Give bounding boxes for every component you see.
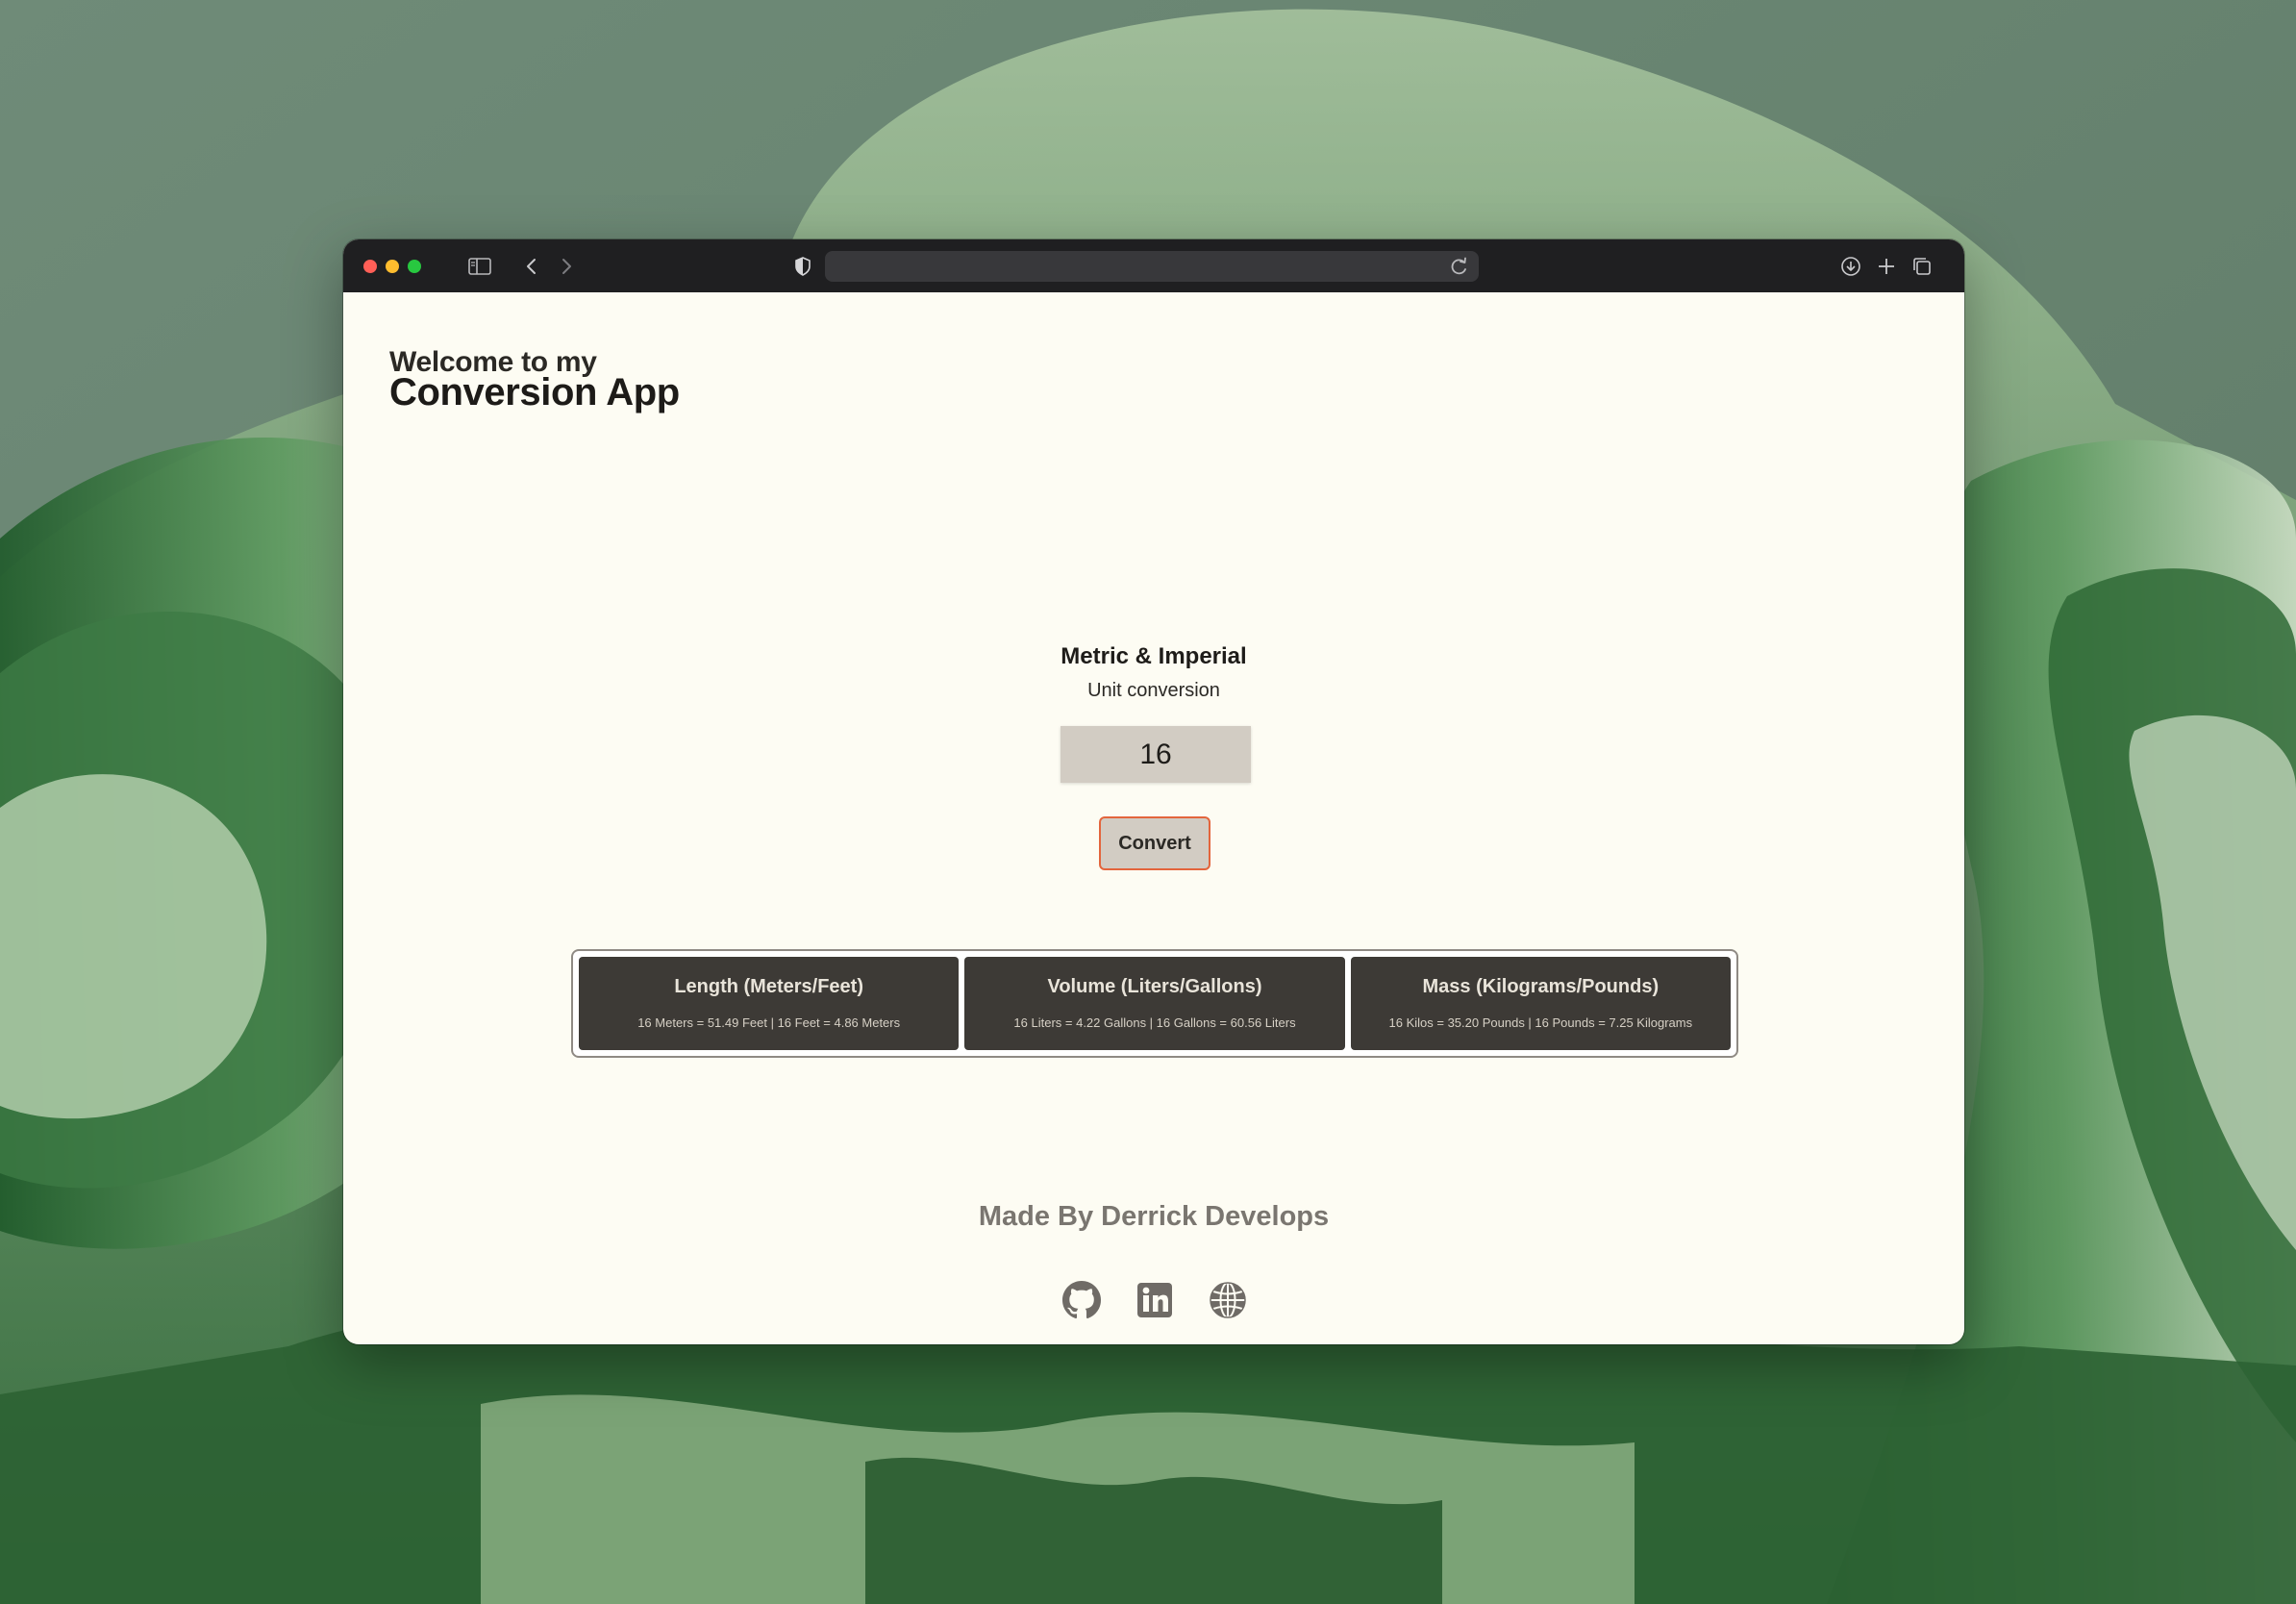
page-content: Welcome to my Conversion App Metric & Im… xyxy=(343,292,1964,1344)
minimize-window-button[interactable] xyxy=(386,260,399,273)
new-tab-icon[interactable] xyxy=(1873,253,1900,280)
length-result-text: 16 Meters = 51.49 Feet | 16 Feet = 4.86 … xyxy=(637,1015,901,1030)
github-icon[interactable] xyxy=(1062,1281,1101,1319)
volume-result-text: 16 Liters = 4.22 Gallons | 16 Gallons = … xyxy=(1013,1015,1296,1030)
mass-result-card: Mass (Kilograms/Pounds) 16 Kilos = 35.20… xyxy=(1350,957,1731,1050)
volume-result-card: Volume (Liters/Gallons) 16 Liters = 4.22… xyxy=(964,957,1345,1050)
app-title: Conversion App xyxy=(389,371,680,414)
forward-icon[interactable] xyxy=(553,253,580,280)
volume-result-title: Volume (Liters/Gallons) xyxy=(1047,976,1262,997)
length-result-card: Length (Meters/Feet) 16 Meters = 51.49 F… xyxy=(579,957,960,1050)
fullscreen-window-button[interactable] xyxy=(408,260,421,273)
browser-window: Welcome to my Conversion App Metric & Im… xyxy=(343,239,1964,1344)
number-input[interactable] xyxy=(1061,726,1251,783)
downloads-icon[interactable] xyxy=(1837,253,1864,280)
linkedin-icon[interactable] xyxy=(1136,1281,1174,1319)
converter-heading: Metric & Imperial xyxy=(1061,643,1247,669)
mass-result-text: 16 Kilos = 35.20 Pounds | 16 Pounds = 7.… xyxy=(1388,1015,1693,1030)
privacy-shield-icon[interactable] xyxy=(789,253,816,280)
back-icon[interactable] xyxy=(518,253,545,280)
convert-button[interactable]: Convert xyxy=(1099,816,1210,870)
browser-toolbar xyxy=(343,239,1964,292)
length-result-title: Length (Meters/Feet) xyxy=(674,976,863,997)
tab-overview-icon[interactable] xyxy=(1909,253,1935,280)
footer-credit: Made By Derrick Develops xyxy=(978,1201,1330,1232)
desktop: Welcome to my Conversion App Metric & Im… xyxy=(0,0,2296,1604)
close-window-button[interactable] xyxy=(363,260,377,273)
results-panel: Length (Meters/Feet) 16 Meters = 51.49 F… xyxy=(571,949,1738,1058)
address-bar[interactable] xyxy=(825,251,1479,282)
converter-subheading: Unit conversion xyxy=(1087,680,1220,701)
sidebar-toggle-icon[interactable] xyxy=(466,253,493,280)
reload-icon[interactable] xyxy=(1446,253,1473,285)
mass-result-title: Mass (Kilograms/Pounds) xyxy=(1422,976,1660,997)
globe-icon[interactable] xyxy=(1209,1281,1247,1319)
